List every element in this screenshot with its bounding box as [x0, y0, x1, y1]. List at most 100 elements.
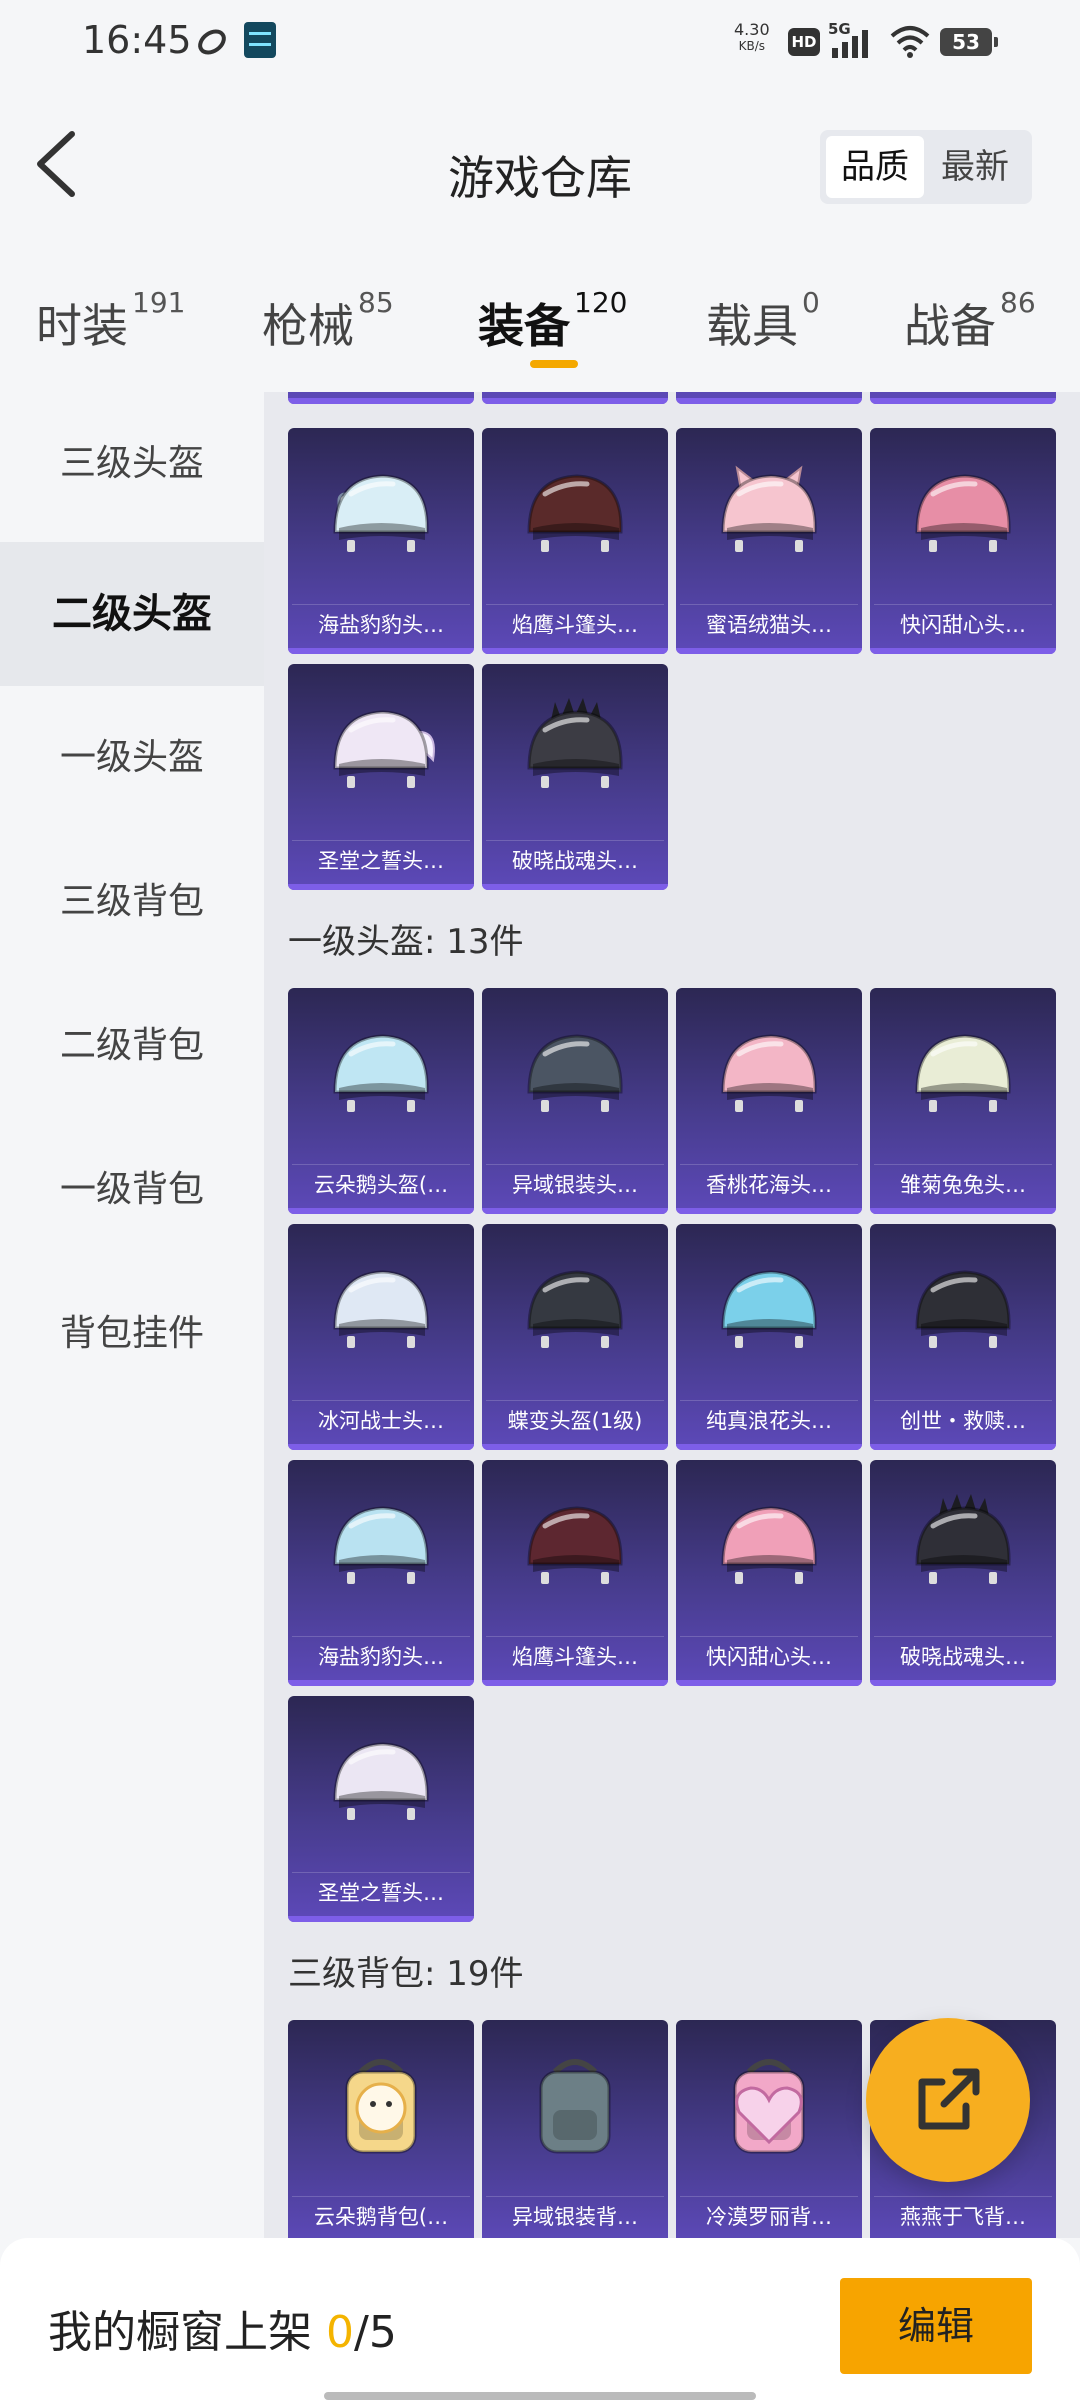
- tab-label: 载具: [706, 299, 798, 353]
- helmet-card[interactable]: 香桃花海头…: [676, 988, 862, 1214]
- helmet-card[interactable]: 焰鹰斗篷头…: [482, 1460, 668, 1686]
- item-name: 云朵鹅背包(…: [292, 2196, 470, 2236]
- game-app-icon: [244, 22, 276, 58]
- helmet-card[interactable]: 异域银装头…: [482, 988, 668, 1214]
- item-name: 圣堂之誓头…: [292, 1872, 470, 1912]
- backpack-card[interactable]: 云朵鹅背包(…: [288, 2020, 474, 2238]
- tab-supplies[interactable]: 战备 86: [904, 286, 1036, 356]
- sidebar-item-backpack-1[interactable]: 一级背包: [0, 1118, 264, 1262]
- tab-equipment[interactable]: 装备 120: [478, 286, 627, 356]
- helmet-card[interactable]: 快闪甜心头…: [870, 428, 1056, 654]
- sort-toggle: 品质 最新: [820, 130, 1032, 204]
- helmet-card[interactable]: 蜜语绒猫头…: [676, 428, 862, 654]
- sort-quality-button[interactable]: 品质: [826, 136, 924, 198]
- helmet-icon: [709, 1486, 829, 1606]
- status-bar: 16:45 4.30 KB/s HD 5G 53: [0, 0, 1080, 82]
- signal-icon: 5G: [828, 20, 868, 58]
- section-title-backpack-3: 三级背包: 19件: [288, 1954, 524, 1994]
- item-name: 纯真浪花头…: [680, 1400, 858, 1440]
- tab-count: 0: [802, 286, 820, 319]
- bottom-bar: 我的橱窗上架 0/5 编辑: [0, 2238, 1080, 2408]
- tab-count: 120: [574, 286, 628, 319]
- helmet-card[interactable]: 冰河战士头…: [288, 1224, 474, 1450]
- sidebar-item-backpack-3[interactable]: 三级背包: [0, 830, 264, 974]
- helmet-icon: [709, 1014, 829, 1134]
- item-name: 焰鹰斗篷头…: [486, 1636, 664, 1676]
- sidebar-item-helmet-2[interactable]: 二级头盔: [0, 542, 264, 686]
- helmet-card[interactable]: 圣堂之誓头…: [288, 1696, 474, 1922]
- helmet-card[interactable]: 快闪甜心头…: [676, 1460, 862, 1686]
- share-icon: [918, 2068, 980, 2130]
- item-name: 圣堂之誓头…: [292, 840, 470, 880]
- item-card-partial[interactable]: [870, 392, 1056, 404]
- sort-newest-button[interactable]: 最新: [926, 136, 1024, 198]
- helmet-card[interactable]: 焰鹰斗篷头…: [482, 428, 668, 654]
- share-button[interactable]: [866, 2018, 1030, 2182]
- item-name: 快闪甜心头…: [680, 1636, 858, 1676]
- shelf-current: 0: [326, 2307, 354, 2358]
- network-speed-unit: KB/s: [738, 39, 766, 53]
- network-speed: 4.30 KB/s: [734, 22, 770, 54]
- helmet-icon: [321, 1250, 441, 1370]
- item-name: 冷漠罗丽背…: [680, 2196, 858, 2236]
- helmet-card[interactable]: 纯真浪花头…: [676, 1224, 862, 1450]
- battery-icon: 53: [940, 28, 998, 56]
- item-card-partial[interactable]: [676, 392, 862, 404]
- helmet-icon: [515, 1486, 635, 1606]
- shelf-status: 我的橱窗上架 0/5: [48, 2296, 397, 2360]
- sidebar-item-helmet-3[interactable]: 三级头盔: [0, 392, 264, 536]
- helmet-card[interactable]: 破晓战魂头…: [870, 1460, 1056, 1686]
- sidebar-item-backpack-charm[interactable]: 背包挂件: [0, 1262, 264, 1406]
- tab-label: 战备: [904, 299, 996, 353]
- category-tabs: 时装 191 枪械 85 装备 120 载具 0 战备 86: [0, 262, 1080, 392]
- item-name: 冰河战士头…: [292, 1400, 470, 1440]
- item-card-partial[interactable]: [482, 392, 668, 404]
- app-notification-icon: [198, 29, 226, 55]
- item-name: 异域银装头…: [486, 1164, 664, 1204]
- tab-label: 枪械: [262, 299, 354, 353]
- helmet-icon: [515, 454, 635, 574]
- backpack-sheep-icon: [321, 2046, 441, 2166]
- item-name: 焰鹰斗篷头…: [486, 604, 664, 644]
- home-indicator[interactable]: [324, 2392, 756, 2400]
- tab-guns[interactable]: 枪械 85: [262, 286, 394, 356]
- helmet-icon: [321, 1014, 441, 1134]
- shelf-label: 我的橱窗上架: [48, 2307, 312, 2358]
- backpack-card[interactable]: 异域银装背…: [482, 2020, 668, 2238]
- item-name: 香桃花海头…: [680, 1164, 858, 1204]
- helmet-spike-icon: [515, 690, 635, 810]
- item-name: 海盐豹豹头…: [292, 604, 470, 644]
- helmet-icon: [321, 1486, 441, 1606]
- helmet-card[interactable]: 圣堂之誓头…: [288, 664, 474, 890]
- helmet-card[interactable]: 雏菊兔兔头…: [870, 988, 1056, 1214]
- backpack-card[interactable]: 冷漠罗丽背…: [676, 2020, 862, 2238]
- sidebar-item-helmet-1[interactable]: 一级头盔: [0, 686, 264, 830]
- helmet-spike-icon: [903, 1486, 1023, 1606]
- item-name: 异域银装背…: [486, 2196, 664, 2236]
- item-name: 破晓战魂头…: [486, 840, 664, 880]
- tab-count: 191: [132, 286, 186, 319]
- helmet-card[interactable]: 海盐豹豹头…: [288, 1460, 474, 1686]
- wifi-icon: [890, 26, 930, 58]
- helmet-card[interactable]: 蝶变头盔(1级): [482, 1224, 668, 1450]
- helmet-icon: [903, 1014, 1023, 1134]
- helmet-icon: [903, 1250, 1023, 1370]
- helmet-card[interactable]: 海盐豹豹头…: [288, 428, 474, 654]
- section-title-helmet-1: 一级头盔: 13件: [288, 922, 524, 962]
- helmet-card[interactable]: 云朵鹅头盔(…: [288, 988, 474, 1214]
- tab-count: 86: [1000, 286, 1036, 319]
- tab-label: 装备: [478, 299, 570, 353]
- helmet-card[interactable]: 破晓战魂头…: [482, 664, 668, 890]
- sidebar-item-backpack-2[interactable]: 二级背包: [0, 974, 264, 1118]
- helmet-wing-icon: [321, 690, 441, 810]
- helmet-card[interactable]: 创世・救赎…: [870, 1224, 1056, 1450]
- item-card-partial[interactable]: [288, 392, 474, 404]
- sidebar: 三级头盔 二级头盔 一级头盔 三级背包 二级背包 一级背包 背包挂件: [0, 392, 264, 2238]
- item-name: 云朵鹅头盔(…: [292, 1164, 470, 1204]
- tab-fashion[interactable]: 时装 191: [36, 286, 185, 356]
- backpack-heart-icon: [709, 2046, 829, 2166]
- edit-button[interactable]: 编辑: [840, 2278, 1032, 2374]
- tab-vehicles[interactable]: 载具 0: [706, 286, 820, 356]
- helmet-icon: [515, 1250, 635, 1370]
- item-name: 蝶变头盔(1级): [486, 1400, 664, 1440]
